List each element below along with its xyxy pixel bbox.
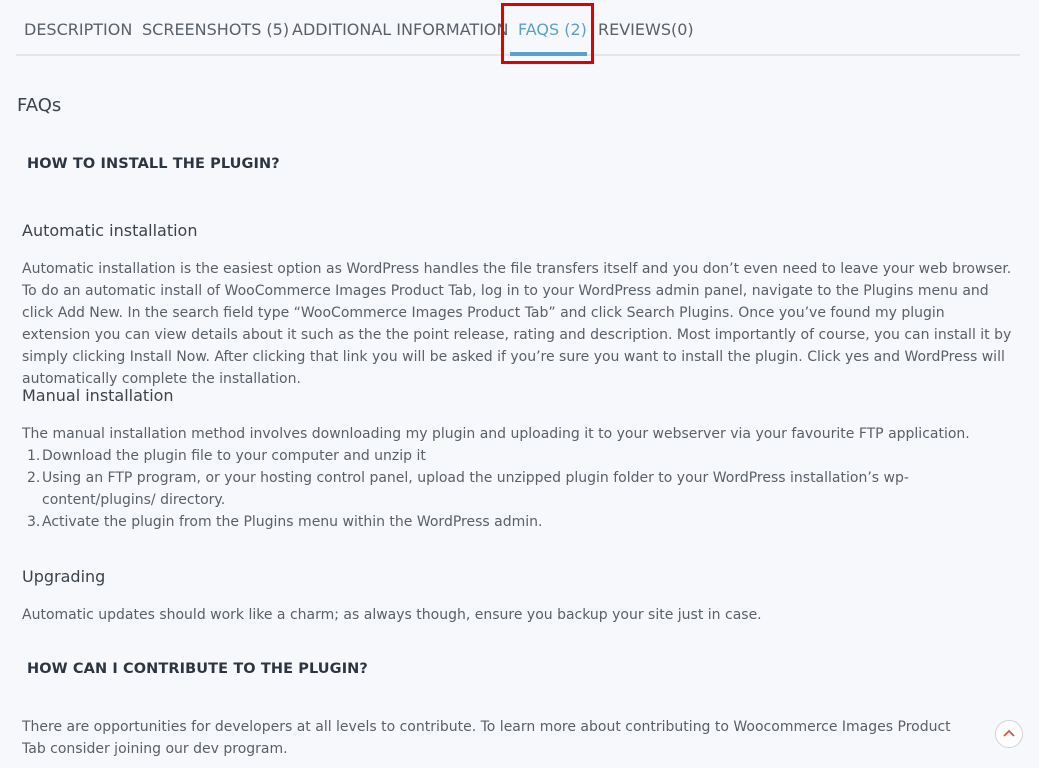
contribute-text: There are opportunities for developers a… <box>22 719 951 757</box>
manual-installation-steps: 1. Download the plugin file to your compu… <box>22 445 1002 533</box>
manual-installation-heading: Manual installation <box>22 386 174 405</box>
list-item: 3. Activate the plugin from the Plugins m… <box>22 511 1002 533</box>
list-item-text: Download the plugin file to your compute… <box>42 448 426 464</box>
list-item-number: 3. <box>27 514 41 530</box>
faq-question-install: HOW TO INSTALL THE PLUGIN? <box>27 156 280 172</box>
list-item-number: 2. <box>27 470 41 486</box>
chevron-up-icon <box>1003 729 1015 737</box>
faq-question-contribute: HOW CAN I CONTRIBUTE TO THE PLUGIN? <box>27 661 368 677</box>
tab-additional-information[interactable]: ADDITIONAL INFORMATION <box>292 19 508 41</box>
upgrading-text: Automatic updates should work like a cha… <box>22 607 762 623</box>
tab-description[interactable]: DESCRIPTION <box>24 19 132 41</box>
automatic-installation-text: Automatic installation is the easiest op… <box>22 261 1012 387</box>
scroll-to-top-button[interactable] <box>995 720 1023 748</box>
faqs-tab-highlight <box>501 3 594 64</box>
manual-installation-intro: The manual installation method involves … <box>22 426 970 442</box>
upgrading-heading: Upgrading <box>22 567 106 586</box>
list-item-text: Activate the plugin from the Plugins men… <box>42 514 543 530</box>
list-item: 1. Download the plugin file to your compu… <box>22 445 1002 467</box>
list-item-number: 1. <box>27 448 41 464</box>
automatic-installation-heading: Automatic installation <box>22 221 198 240</box>
section-title: FAQs <box>17 95 62 116</box>
list-item-text: Using an FTP program, or your hosting co… <box>42 470 909 508</box>
tab-reviews[interactable]: REVIEWS(0) <box>598 19 694 41</box>
tab-screenshots[interactable]: SCREENSHOTS (5) <box>142 19 289 41</box>
list-item: 2. Using an FTP program, or your hosting … <box>22 467 1002 511</box>
